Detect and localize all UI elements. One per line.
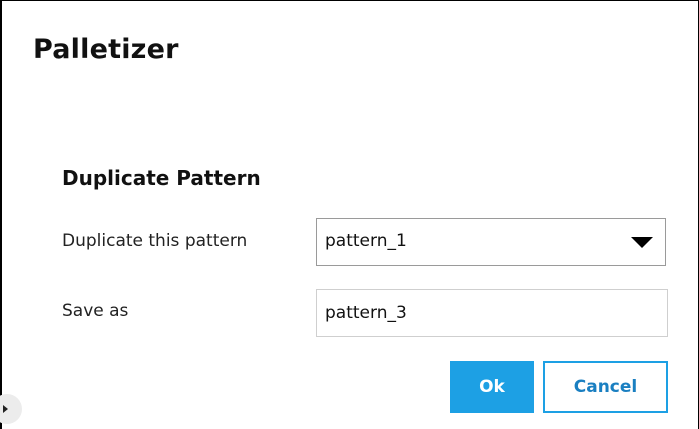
duplicate-pattern-label: Duplicate this pattern (62, 231, 248, 251)
duplicate-pattern-selected-value: pattern_1 (325, 231, 407, 251)
window-border-top (0, 0, 699, 1)
cancel-button[interactable]: Cancel (543, 361, 668, 413)
save-as-label: Save as (62, 301, 129, 321)
duplicate-pattern-select[interactable]: pattern_1 (316, 218, 666, 266)
chevron-right-icon (3, 405, 8, 413)
ok-button[interactable]: Ok (450, 361, 534, 413)
window-border-left (0, 0, 2, 429)
side-panel-toggle[interactable] (0, 394, 22, 424)
page-title: Palletizer (33, 34, 179, 65)
chevron-down-icon[interactable] (631, 237, 653, 248)
save-as-input[interactable] (316, 289, 668, 337)
section-title: Duplicate Pattern (62, 166, 261, 190)
palletizer-window: Palletizer Duplicate Pattern Duplicate t… (0, 0, 699, 429)
